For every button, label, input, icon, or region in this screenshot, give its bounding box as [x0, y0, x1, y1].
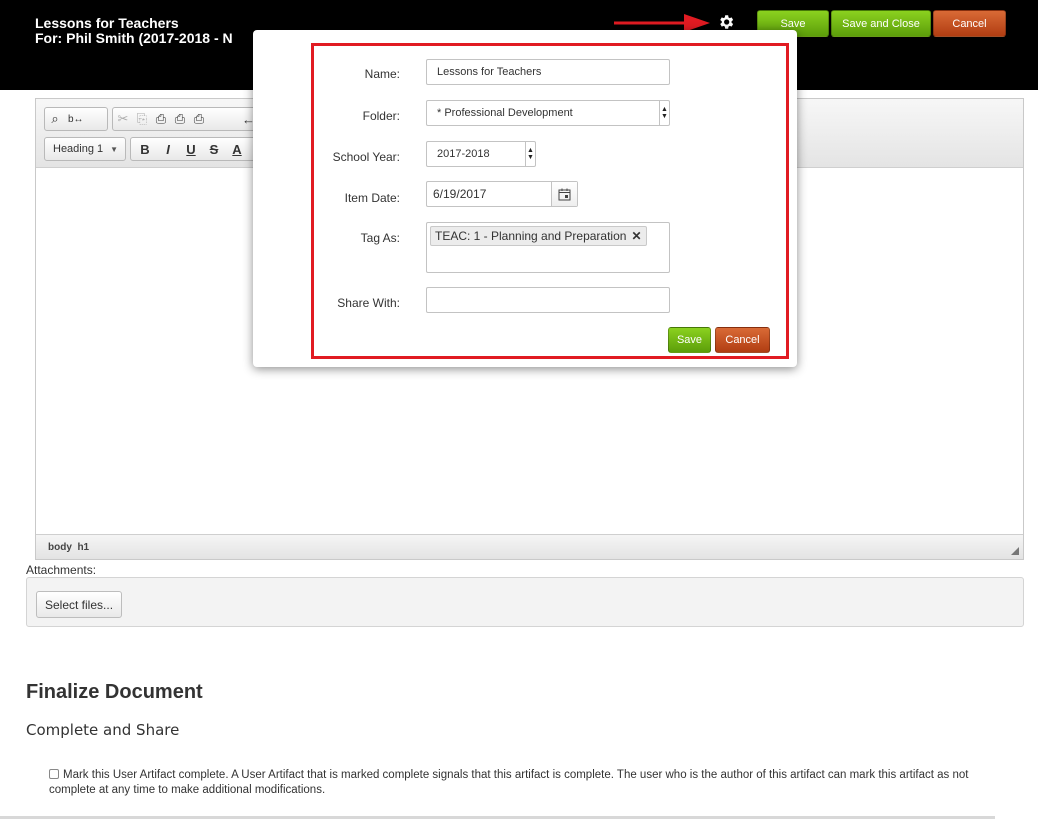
share-with-label: Share With: [337, 296, 400, 310]
resize-handle-icon[interactable] [1011, 547, 1019, 555]
select-files-button[interactable]: Select files... [36, 591, 123, 618]
save-and-close-button[interactable]: Save and Close [831, 10, 931, 37]
heading-select[interactable]: Heading 1 ▼ [44, 137, 126, 161]
toolbar-group-find: ⌕ b↔ [44, 107, 108, 131]
folder-select[interactable]: * Professional Development ▲ ▼ [426, 100, 670, 126]
bold-button[interactable]: B [139, 142, 151, 157]
toolbar-group-clipboard: ✂ ⎘ ⎙ ⎙ ⎙ [112, 107, 257, 131]
paste-icon[interactable]: ⎙ [155, 111, 167, 127]
school-year-select-value: 2017-2018 [437, 148, 490, 160]
school-year-select[interactable]: 2017-2018 ▲ ▼ [426, 141, 536, 167]
tag-chip: TEAC: 1 - Planning and Preparation ✕ [430, 226, 647, 246]
attachments-dropzone[interactable]: Select files... [26, 577, 1024, 627]
mark-complete-row: Mark this User Artifact complete. A User… [49, 768, 1014, 798]
underline-button[interactable]: U [185, 142, 197, 157]
editor-status-bar: body h1 [36, 534, 1023, 559]
select-arrows-icon: ▲ ▼ [659, 101, 669, 125]
toolbar-group-format: B I U S A [130, 137, 257, 161]
element-path[interactable]: body h1 [48, 542, 89, 553]
calendar-icon[interactable] [551, 182, 577, 206]
cancel-button[interactable]: Cancel [933, 10, 1006, 37]
name-label: Name: [364, 67, 400, 81]
finalize-heading: Finalize Document [26, 681, 203, 703]
dialog-cancel-button[interactable]: Cancel [715, 327, 770, 353]
mark-complete-checkbox[interactable] [49, 769, 59, 779]
item-date-value: 6/19/2017 [433, 187, 487, 201]
text-color-button[interactable]: A [231, 142, 243, 157]
school-year-label: School Year: [332, 150, 400, 164]
copy-icon[interactable]: ⎘ [136, 111, 148, 127]
name-input-value: Lessons for Teachers [437, 66, 542, 78]
item-date-input[interactable]: 6/19/2017 [426, 181, 578, 207]
cut-icon[interactable]: ✂ [117, 111, 129, 127]
name-input[interactable]: Lessons for Teachers [426, 59, 670, 85]
document-title: Lessons for Teachers [35, 15, 179, 31]
chevron-down-icon: ▼ [110, 145, 118, 154]
paste-text-icon[interactable]: ⎙ [174, 111, 186, 127]
close-icon[interactable]: ✕ [631, 229, 641, 243]
italic-button[interactable]: I [162, 142, 174, 157]
strikethrough-button[interactable]: S [208, 142, 220, 157]
folder-label: Folder: [362, 109, 400, 123]
gear-icon[interactable] [717, 13, 735, 31]
find-icon[interactable]: ⌕ [49, 111, 61, 127]
attachments-label: Attachments: [26, 563, 97, 577]
mark-complete-text: Mark this User Artifact complete. A User… [49, 769, 969, 796]
heading-select-value: Heading 1 [53, 143, 104, 155]
folder-select-value: * Professional Development [437, 107, 573, 119]
dialog-save-button[interactable]: Save [668, 327, 711, 353]
item-date-label: Item Date: [344, 191, 400, 205]
select-arrows-icon: ▲ ▼ [525, 142, 535, 166]
replace-icon[interactable]: b↔ [68, 114, 84, 125]
tag-as-label: Tag As: [360, 231, 400, 245]
document-owner: For: Phil Smith (2017-2018 - N [35, 30, 233, 46]
complete-share-subheading: Complete and Share [26, 721, 180, 739]
settings-dialog: Name: Lessons for Teachers Folder: * Pro… [253, 30, 797, 367]
tag-chip-label: TEAC: 1 - Planning and Preparation [435, 229, 627, 243]
share-with-input[interactable] [426, 287, 670, 313]
tag-as-input[interactable]: TEAC: 1 - Planning and Preparation ✕ [426, 222, 670, 273]
paste-word-icon[interactable]: ⎙ [193, 111, 205, 127]
